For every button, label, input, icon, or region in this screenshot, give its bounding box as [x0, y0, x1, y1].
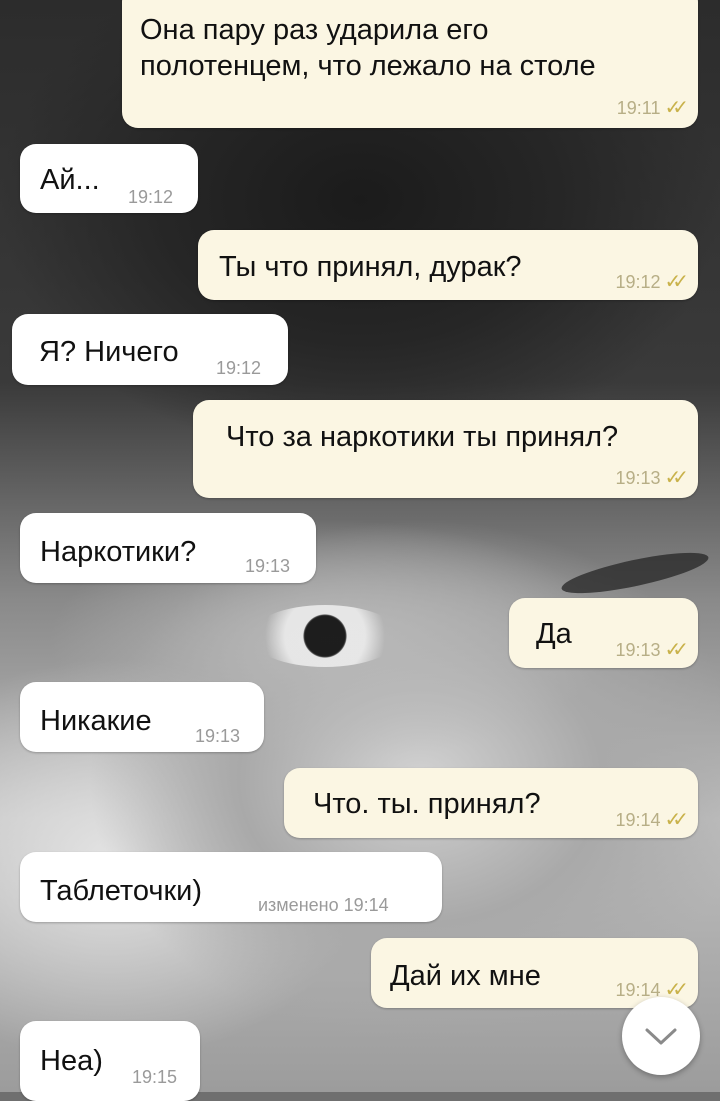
message-time: 19:13 [615, 640, 661, 660]
message-time: 19:12 [615, 272, 661, 292]
read-ticks-icon: ✓✓ [664, 639, 688, 661]
message-bubble-outgoing[interactable]: Что. ты. принял? 19:14 ✓✓ [284, 768, 698, 838]
message-time: 19:11 [616, 98, 661, 118]
scroll-to-bottom-button[interactable] [622, 997, 700, 1075]
message-bubble-incoming[interactable]: Таблеточки) изменено 19:14 [20, 852, 442, 922]
message-bubble-incoming[interactable]: Наркотики? 19:13 [20, 513, 316, 583]
message-bubble-outgoing[interactable]: Что за наркотики ты принял? 19:13 ✓✓ [193, 400, 698, 498]
message-text: Ай... [40, 164, 100, 196]
read-ticks-icon: ✓✓ [664, 271, 688, 293]
message-time: 19:15 [132, 1067, 178, 1087]
message-text: Никакие [40, 705, 152, 737]
message-meta: 19:14 ✓✓ [615, 809, 688, 831]
read-ticks-icon: ✓✓ [664, 809, 688, 831]
message-text: Таблеточки) [40, 875, 203, 907]
message-time: 19:13 [615, 468, 661, 488]
message-text: Наркотики? [40, 536, 197, 568]
message-time: 19:14 [615, 810, 661, 830]
read-ticks-icon: ✓✓ [664, 467, 688, 489]
message-meta: 19:12 ✓✓ [615, 271, 688, 293]
message-bubble-incoming[interactable]: Ай... 19:12 [20, 144, 198, 213]
chevron-down-icon [645, 1028, 677, 1045]
message-time: 19:13 [245, 556, 291, 576]
message-meta: 19:13 ✓✓ [615, 467, 688, 489]
message-meta: 19:11 ✓✓ [616, 97, 689, 119]
message-bubble-outgoing[interactable]: Ты что принял, дурак? 19:12 ✓✓ [198, 230, 698, 300]
message-text: Что за наркотики ты принял? [226, 421, 619, 453]
message-time: изменено 19:14 [258, 895, 389, 915]
message-meta: 19:13 ✓✓ [615, 639, 688, 661]
read-ticks-icon: ✓✓ [664, 97, 688, 119]
message-time: 19:12 [216, 358, 262, 378]
message-bubble-outgoing[interactable]: Она пару раз ударила его полотенцем, что… [122, 0, 698, 128]
message-text: Я? Ничего [39, 336, 179, 368]
wallpaper-eye [250, 605, 400, 667]
message-bubble-outgoing[interactable]: Да 19:13 ✓✓ [509, 598, 698, 668]
wallpaper-brow [558, 544, 712, 602]
message-text: Дай их мне [390, 960, 541, 992]
message-text: Она пару раз ударила его полотенцем, что… [140, 14, 596, 82]
message-text: Неа) [40, 1045, 103, 1077]
message-bubble-incoming[interactable]: Неа) 19:15 [20, 1021, 200, 1101]
message-bubble-incoming[interactable]: Никакие 19:13 [20, 682, 264, 752]
message-bubble-incoming[interactable]: Я? Ничего 19:12 [12, 314, 288, 385]
message-time: 19:13 [195, 726, 241, 746]
message-text: Ты что принял, дурак? [219, 251, 522, 283]
message-time: 19:12 [128, 187, 174, 207]
message-text: Что. ты. принял? [313, 788, 541, 820]
message-text: Да [536, 618, 572, 650]
